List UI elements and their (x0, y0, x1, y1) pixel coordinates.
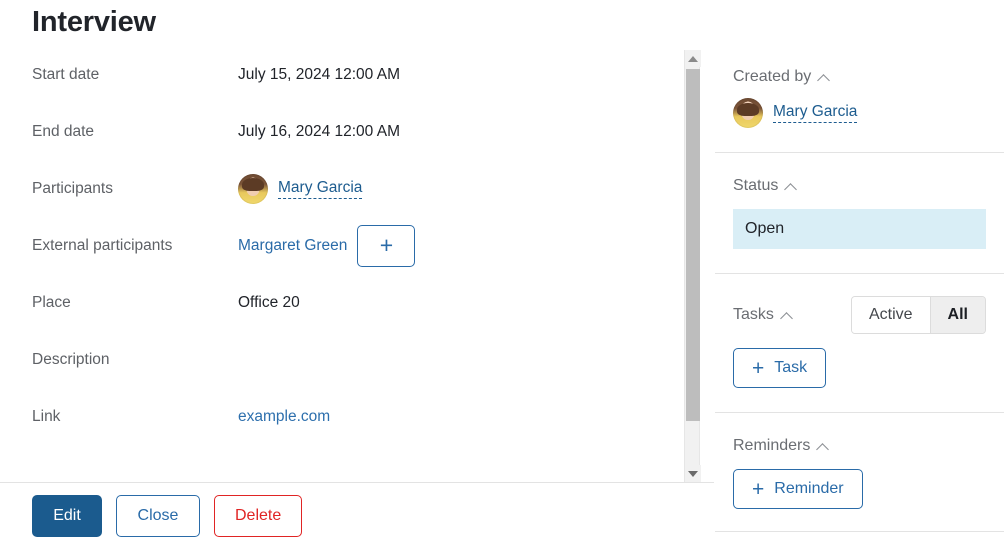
section-title: Reminders (733, 437, 811, 454)
divider (715, 531, 1004, 532)
interview-detail-window: Interview Start date July 15, 2024 12:00… (0, 0, 1004, 549)
field-row-end-date: End date July 16, 2024 12:00 AM (0, 103, 690, 160)
avatar (733, 98, 763, 128)
field-label: Start date (32, 65, 100, 83)
page-title: Interview (32, 6, 156, 38)
sidebar-section-status: Status Open (715, 153, 1004, 249)
sidebar-section-reminders: Reminders + Reminder (715, 413, 1004, 509)
chevron-up-icon (817, 73, 831, 87)
field-row-start-date: Start date July 15, 2024 12:00 AM (0, 46, 690, 103)
chevron-up-icon (780, 311, 793, 325)
reminders-header[interactable]: Reminders (733, 437, 986, 456)
field-label: Link (32, 407, 61, 425)
footer-action-bar: Edit Close Delete (0, 482, 714, 549)
scroll-down-arrow-icon[interactable] (685, 465, 701, 482)
field-value: Mary Garcia (238, 173, 690, 204)
edit-button[interactable]: Edit (32, 495, 102, 537)
field-row-description: Description (0, 331, 690, 388)
status-badge[interactable]: Open (733, 209, 986, 249)
section-title: Tasks (733, 306, 774, 323)
add-external-participant-button[interactable]: + (357, 224, 416, 267)
tasks-filter-toggle: Active All (850, 296, 986, 334)
plus-icon: + (752, 356, 765, 380)
external-participant-link[interactable]: Margaret Green (238, 237, 347, 255)
detail-fields-scroll-area: Start date July 15, 2024 12:00 AM End da… (0, 46, 714, 482)
section-title: Status (733, 177, 779, 194)
created-by-link[interactable]: Mary Garcia (773, 103, 858, 123)
field-label: Participants (32, 179, 113, 197)
vertical-scrollbar[interactable] (684, 50, 701, 482)
add-reminder-label: Reminder (774, 480, 844, 497)
field-label: Place (32, 293, 71, 311)
scroll-up-arrow-icon[interactable] (685, 50, 701, 67)
field-label: Description (32, 350, 110, 368)
created-by-header[interactable]: Created by (733, 68, 986, 87)
section-title: Created by (733, 68, 812, 85)
field-value: July 15, 2024 12:00 AM (238, 65, 401, 83)
field-row-link: Link example.com (0, 388, 690, 445)
field-row-participants: Participants Mary Garcia (0, 160, 690, 217)
tasks-filter-active[interactable]: Active (851, 297, 930, 333)
tasks-header-row: Tasks Active All (733, 296, 986, 334)
close-button[interactable]: Close (116, 495, 200, 537)
chevron-up-icon (816, 442, 830, 456)
scrollbar-thumb[interactable] (686, 69, 700, 421)
detail-fields-list: Start date July 15, 2024 12:00 AM End da… (0, 46, 690, 445)
tasks-filter-all[interactable]: All (929, 297, 985, 333)
created-by-person: Mary Garcia (733, 98, 986, 128)
field-label: External participants (32, 236, 173, 254)
field-label: End date (32, 122, 95, 140)
field-row-place: Place Office 20 (0, 274, 690, 331)
delete-button[interactable]: Delete (214, 495, 303, 537)
add-reminder-button[interactable]: + Reminder (733, 469, 863, 509)
field-value: Office 20 (238, 293, 300, 311)
status-header[interactable]: Status (733, 177, 986, 196)
sidebar-section-created-by: Created by Mary Garcia (715, 0, 1004, 128)
sidebar-section-tasks: Tasks Active All + Task (715, 274, 1004, 388)
plus-icon: + (752, 477, 765, 501)
avatar (238, 173, 268, 204)
field-value: example.com (238, 408, 690, 426)
field-row-external-participants: External participants Margaret Green + (0, 217, 690, 274)
tasks-header[interactable]: Tasks (733, 306, 793, 325)
add-task-button[interactable]: + Task (733, 348, 827, 388)
left-detail-panel: Interview Start date July 15, 2024 12:00… (0, 0, 714, 549)
chevron-up-icon (784, 182, 798, 196)
field-value: Margaret Green + (238, 224, 690, 267)
plus-icon: + (379, 232, 394, 258)
add-task-label: Task (774, 359, 808, 376)
field-value: July 16, 2024 12:00 AM (238, 122, 401, 140)
participant-link[interactable]: Mary Garcia (278, 179, 363, 199)
right-sidebar: Created by Mary Garcia Status Open Tasks (715, 0, 1004, 549)
external-link[interactable]: example.com (238, 408, 330, 426)
